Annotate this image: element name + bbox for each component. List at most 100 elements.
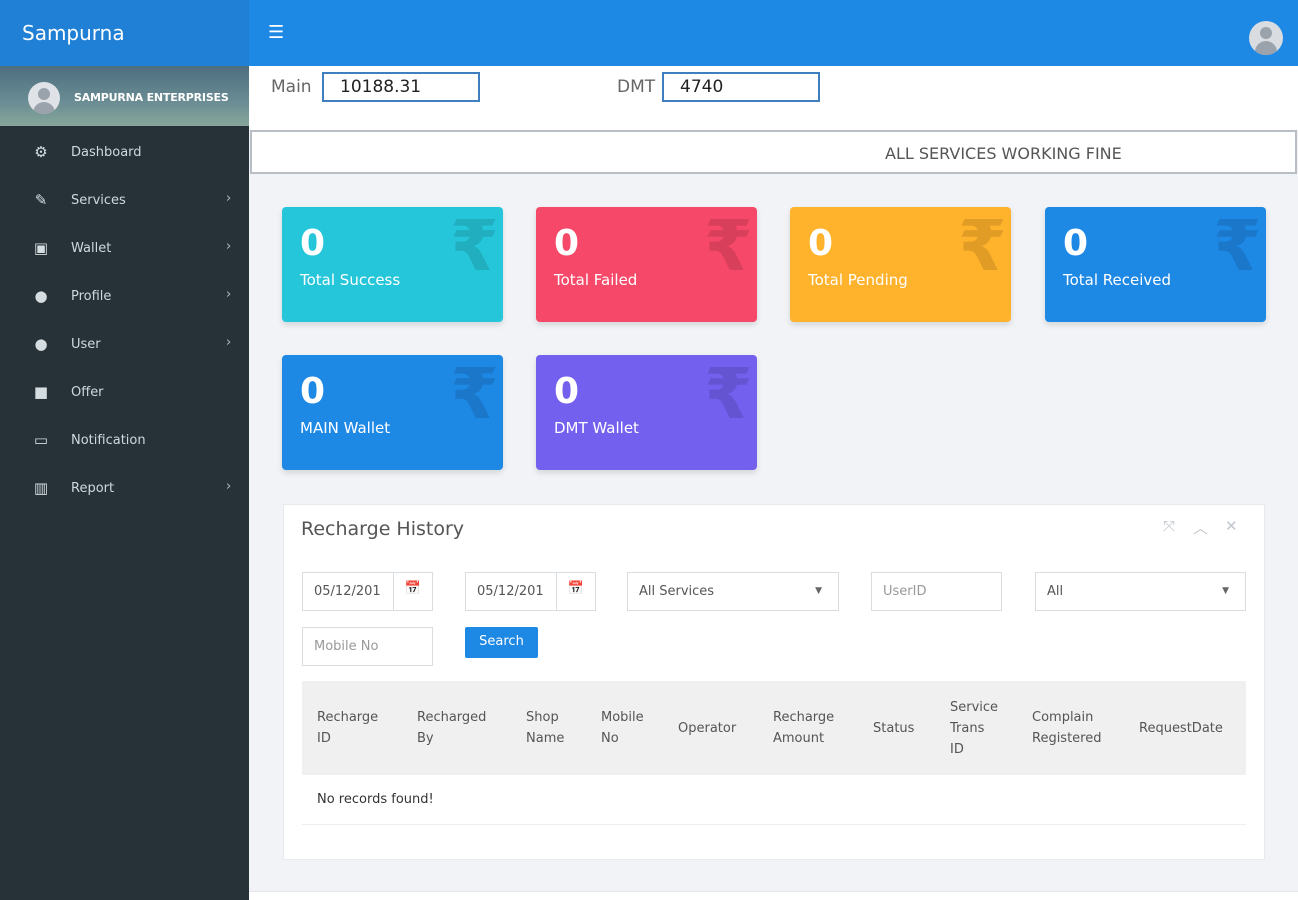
sidebar: SAMPURNA ENTERPRISES ⚙ Dashboard ✎ Servi… [0,66,249,900]
rupee-icon: ₹ [704,207,753,287]
chevron-right-icon: › [226,239,232,254]
sidebar-item-wallet[interactable]: ▣ Wallet › [0,225,249,273]
sidebar-item-label: User [71,337,101,352]
sidebar-item-label: Notification [71,433,146,448]
card-value: 0 [300,371,326,412]
column-header[interactable]: Recharged By [417,707,486,749]
chevron-right-icon: › [226,287,232,302]
card-dmt-wallet[interactable]: 0 DMT Wallet ₹ [536,355,757,470]
caret-down-icon: ▼ [1222,586,1229,596]
calendar-icon[interactable]: 📅 [556,573,595,610]
userid-input[interactable]: UserID [871,572,1002,611]
rupee-icon: ₹ [704,355,753,435]
chevron-right-icon: › [226,335,232,350]
card-main-wallet[interactable]: 0 MAIN Wallet ₹ [282,355,503,470]
calendar-icon[interactable]: 📅 [393,573,432,610]
collapse-icon[interactable]: ︿ [1193,517,1208,538]
sidebar-item-offer[interactable]: ■ Offer [0,369,249,417]
bar-chart-icon: ▥ [33,479,49,497]
card-label: DMT Wallet [554,419,639,437]
page-footer [249,891,1298,900]
from-date-input[interactable]: 05/12/201 📅 [302,572,433,611]
sidebar-item-services[interactable]: ✎ Services › [0,177,249,225]
column-header[interactable]: Mobile No [601,707,644,749]
services-select-value: All Services [639,584,715,599]
user-name: SAMPURNA ENTERPRISES [74,91,229,104]
services-select[interactable]: All Services ▼ [627,572,839,611]
card-total-received[interactable]: 0 Total Received ₹ [1045,207,1266,322]
card-total-failed[interactable]: 0 Total Failed ₹ [536,207,757,322]
status-select[interactable]: All ▼ [1035,572,1246,611]
sidebar-item-label: Wallet [71,241,112,256]
gift-icon: ■ [33,383,49,401]
hamburger-icon[interactable]: ☰ [268,22,284,43]
dmt-balance-label: DMT [617,77,656,97]
card-label: Total Success [300,271,401,289]
caret-down-icon: ▼ [815,586,822,596]
main-balance-field: 10188.31 [322,72,480,102]
column-header[interactable]: Recharge ID [317,707,378,749]
sidebar-item-label: Offer [71,385,104,400]
mobile-placeholder: Mobile No [314,639,379,654]
rupee-icon: ₹ [958,207,1007,287]
column-header[interactable]: Recharge Amount [773,707,834,749]
card-total-pending[interactable]: 0 Total Pending ₹ [790,207,1011,322]
rupee-icon: ₹ [450,355,499,435]
card-label: Total Failed [554,271,638,289]
search-button[interactable]: Search [465,627,538,658]
mobile-input[interactable]: Mobile No [302,627,433,666]
card-label: MAIN Wallet [300,419,391,437]
sidebar-item-label: Services [71,193,126,208]
sidebar-item-user[interactable]: ● User › [0,321,249,369]
card-value: 0 [808,223,834,264]
chevron-right-icon: › [226,479,232,494]
empty-message: No records found! [317,792,434,807]
column-header[interactable]: Shop Name [526,707,564,749]
column-header[interactable]: Complain Registered [1032,707,1102,749]
user-avatar-icon[interactable] [1249,21,1283,55]
avatar [28,82,60,114]
card-label: Total Pending [808,271,908,289]
status-marquee: ALL SERVICES WORKING FINE [250,130,1297,174]
userid-placeholder: UserID [883,584,927,599]
edit-icon: ✎ [34,191,48,209]
brand-logo[interactable]: Sampurna [0,0,249,66]
sidebar-user-panel[interactable]: SAMPURNA ENTERPRISES [0,66,249,126]
card-value: 0 [554,223,580,264]
card-value: 0 [1063,223,1089,264]
card-value: 0 [554,371,580,412]
sidebar-item-dashboard[interactable]: ⚙ Dashboard [0,129,249,177]
card-total-success[interactable]: 0 Total Success ₹ [282,207,503,322]
sidebar-item-label: Report [71,481,115,496]
from-date-value: 05/12/201 [314,584,381,599]
rupee-icon: ₹ [1213,207,1262,287]
sidebar-item-label: Profile [71,289,112,304]
to-date-value: 05/12/201 [477,584,544,599]
column-header[interactable]: Service Trans ID [950,697,998,760]
close-icon[interactable]: ✕ [1225,517,1238,535]
briefcase-icon: ▣ [33,239,49,257]
sidebar-item-profile[interactable]: ● Profile › [0,273,249,321]
column-header[interactable]: Status [873,718,914,739]
user-icon: ● [34,287,48,305]
dashboard-icon: ⚙ [34,143,48,161]
chevron-right-icon: › [226,191,232,206]
card-value: 0 [300,223,326,264]
rupee-icon: ₹ [450,207,499,287]
main-balance-label: Main [271,77,312,97]
card-label: Total Received [1063,271,1172,289]
to-date-input[interactable]: 05/12/201 📅 [465,572,596,611]
sidebar-item-notification[interactable]: ▭ Notification [0,417,249,465]
column-header[interactable]: RequestDate [1139,718,1223,739]
inbox-icon: ▭ [33,431,49,449]
panel-title: Recharge History [301,518,465,540]
status-select-value: All [1047,584,1064,599]
expand-icon[interactable]: ⤧ [1163,517,1175,535]
sidebar-item-report[interactable]: ▥ Report › [0,465,249,513]
user-icon: ● [34,335,48,353]
column-header[interactable]: Operator [678,718,736,739]
status-text: ALL SERVICES WORKING FINE [885,144,1122,163]
table-empty-row: No records found! [302,775,1246,825]
dmt-balance-field: 4740 [662,72,820,102]
sidebar-item-label: Dashboard [71,145,142,160]
